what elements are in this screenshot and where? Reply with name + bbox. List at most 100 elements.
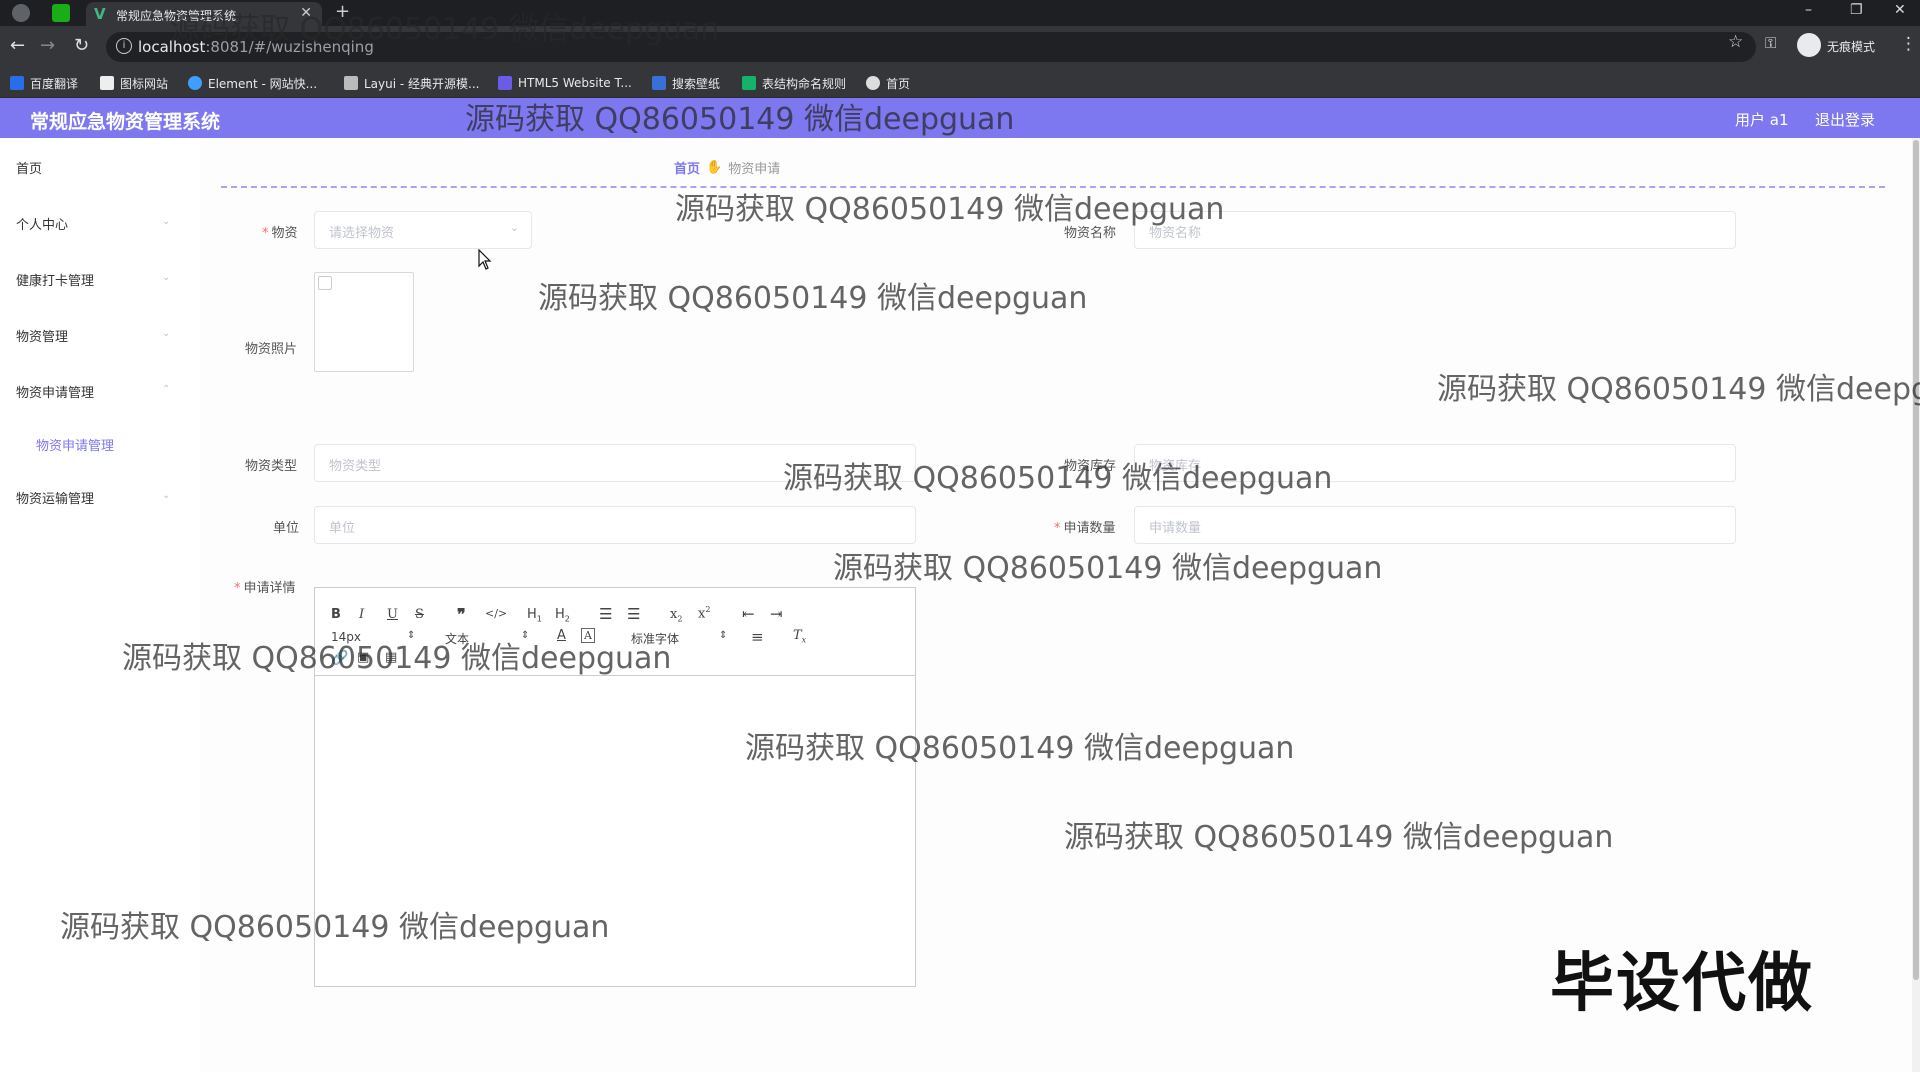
editor-toolbar: B I U S ❞ </> H1 H2 ☰ ☰ x2 x2 ⇤ ⇥ 14px ⇕ … — [315, 588, 915, 676]
align-icon[interactable]: ≡ — [751, 628, 764, 646]
globe-icon — [866, 76, 880, 90]
type-field[interactable]: 物资类型 — [314, 444, 916, 482]
bookmark-item[interactable]: Layui - 经典开源模... — [344, 74, 479, 92]
image-icon[interactable]: ▣ — [357, 650, 369, 665]
bullet-list-icon[interactable]: ☰ — [627, 605, 640, 623]
ordered-list-icon[interactable]: ☰ — [599, 605, 612, 623]
window-close-icon[interactable]: ✕ — [1894, 2, 1906, 18]
sidebar-item-transport[interactable]: 物资运输管理 — [16, 488, 94, 507]
sidebar-item-health[interactable]: 健康打卡管理 — [16, 270, 94, 289]
stock-label: 物资库存 — [1064, 459, 1117, 474]
chevron-down-icon: ⌄ — [162, 216, 171, 227]
scrollbar-thumb[interactable] — [1913, 140, 1919, 980]
wuzi-placeholder: 请选择物资 — [329, 226, 395, 241]
app-title: 常规应急物资管理系统 — [30, 111, 221, 133]
wuzi-label: * 物资 — [262, 226, 298, 241]
strike-icon[interactable]: S — [415, 607, 424, 622]
superscript-icon[interactable]: x2 — [698, 605, 710, 621]
browser-tab-active[interactable]: V 常规应急物资管理系统 ✕ — [86, 2, 322, 26]
outdent-icon[interactable]: ⇤ — [742, 605, 755, 623]
bookmark-item[interactable]: 搜索壁纸 — [652, 74, 720, 92]
app-header: 常规应急物资管理系统 用户 a1 退出登录 — [0, 98, 1920, 138]
h2-icon[interactable]: H2 — [555, 607, 570, 624]
restore-icon[interactable]: ❐ — [1850, 2, 1863, 18]
sidebar-item-materials[interactable]: 物资管理 — [16, 326, 68, 345]
bookmark-item[interactable]: Element - 网站快... — [188, 74, 317, 92]
h1-icon[interactable]: H1 — [527, 607, 542, 624]
rich-text-editor[interactable]: B I U S ❞ </> H1 H2 ☰ ☰ x2 x2 ⇤ ⇥ 14px ⇕ … — [314, 587, 916, 987]
unit-field[interactable]: 单位 — [314, 506, 916, 544]
back-icon[interactable]: ← — [10, 35, 25, 56]
clear-format-icon[interactable]: Tx — [793, 628, 806, 645]
video-icon[interactable]: ▤ — [385, 650, 397, 665]
qty-placeholder: 申请数量 — [1149, 521, 1202, 536]
quote-icon[interactable]: ❞ — [457, 605, 466, 624]
bookmark-item[interactable]: 首页 — [866, 74, 910, 92]
tab-close-icon[interactable]: ✕ — [300, 5, 312, 21]
link-icon[interactable]: 🔗 — [331, 650, 348, 666]
updown-icon: ⇕ — [521, 630, 530, 641]
bookmark-star-icon[interactable]: ☆ — [1728, 32, 1743, 52]
bookmark-item[interactable]: 表结构命名规则 — [742, 74, 846, 92]
code-icon[interactable]: </> — [485, 607, 507, 620]
vue-logo-icon: V — [94, 5, 106, 23]
sidebar: 首页 个人中心 ⌄ 健康打卡管理 ⌄ 物资管理 ⌄ 物资申请管理 ⌃ 物资申请管… — [0, 138, 200, 1072]
bookmark-item[interactable]: 图标网站 — [100, 74, 168, 92]
photo-upload[interactable] — [314, 272, 414, 372]
sidebar-item-home[interactable]: 首页 — [16, 158, 42, 177]
image-placeholder-icon — [318, 276, 332, 290]
incognito-icon[interactable] — [1797, 33, 1821, 57]
type-placeholder: 物资类型 — [329, 459, 382, 474]
breadcrumb-home[interactable]: 首页 — [674, 158, 700, 177]
stock-placeholder: 物资库存 — [1149, 459, 1202, 474]
bookmarks-bar: 百度翻译 图标网站 Element - 网站快... Layui - 经典开源模… — [0, 68, 1920, 98]
bookmark-item[interactable]: 百度翻译 — [10, 74, 78, 92]
forward-icon[interactable]: → — [40, 35, 55, 56]
italic-icon[interactable]: I — [359, 607, 364, 622]
stamp-text: 毕设代做 — [1550, 947, 1814, 1021]
site-info-icon[interactable]: i — [116, 38, 132, 54]
underline-icon[interactable]: U — [387, 607, 398, 622]
new-tab-icon[interactable]: + — [335, 1, 350, 22]
layui-logo-icon — [344, 76, 358, 90]
sidebar-subitem-applications[interactable]: 物资申请管理 — [36, 435, 114, 454]
bookmark-item[interactable]: HTML5 Website T... — [498, 74, 632, 92]
sidebar-item-applications[interactable]: 物资申请管理 — [16, 382, 94, 401]
address-toolbar: ← → ↻ i localhost:8081/#/wuzishenqing ☆ … — [0, 26, 1920, 68]
mouse-cursor-icon — [478, 249, 492, 270]
text-color-icon[interactable]: A — [557, 628, 566, 643]
html5-icon — [498, 76, 512, 90]
name-placeholder: 物资名称 — [1149, 226, 1202, 241]
url-field[interactable]: i localhost:8081/#/wuzishenqing — [106, 32, 1756, 62]
browser-menu-icon[interactable]: ⋮ — [1900, 34, 1917, 54]
incognito-label: 无痕模式 — [1827, 40, 1876, 54]
name-field[interactable]: 物资名称 — [1134, 211, 1736, 249]
photo-label: 物资照片 — [245, 342, 298, 357]
qty-field[interactable]: 申请数量 — [1134, 506, 1736, 544]
wuzi-select[interactable]: 请选择物资 ⌄ — [314, 211, 532, 249]
translate-icon — [10, 76, 24, 90]
font-family-select[interactable]: 标准字体 ⇕ — [631, 630, 731, 647]
browser-icon — [12, 4, 30, 22]
hand-icon: ✋ — [706, 160, 723, 175]
chevron-up-icon: ⌃ — [162, 384, 171, 395]
font-size-select[interactable]: 14px ⇕ — [331, 630, 415, 644]
background-color-icon[interactable]: A — [581, 628, 595, 643]
stock-field[interactable]: 物资库存 — [1134, 444, 1736, 482]
pinned-tab-icon[interactable] — [52, 4, 70, 22]
detail-label: * 申请详情 — [234, 581, 296, 596]
indent-icon[interactable]: ⇥ — [770, 605, 783, 623]
logout-link[interactable]: 退出登录 — [1815, 109, 1875, 130]
type-label: 物资类型 — [245, 459, 298, 474]
password-key-icon[interactable]: ⚿ — [1765, 34, 1776, 52]
bold-icon[interactable]: B — [331, 607, 341, 622]
reload-icon[interactable]: ↻ — [74, 35, 89, 56]
qty-label: * 申请数量 — [1054, 521, 1116, 536]
minimize-icon[interactable]: – — [1805, 2, 1812, 18]
updown-icon: ⇕ — [407, 630, 416, 641]
header-format-select[interactable]: 文本 ⇕ — [445, 630, 529, 647]
unit-label: 单位 — [273, 521, 300, 536]
chevron-down-icon: ⌄ — [509, 221, 519, 234]
subscript-icon[interactable]: x2 — [670, 607, 682, 624]
sidebar-item-profile[interactable]: 个人中心 — [16, 214, 68, 233]
